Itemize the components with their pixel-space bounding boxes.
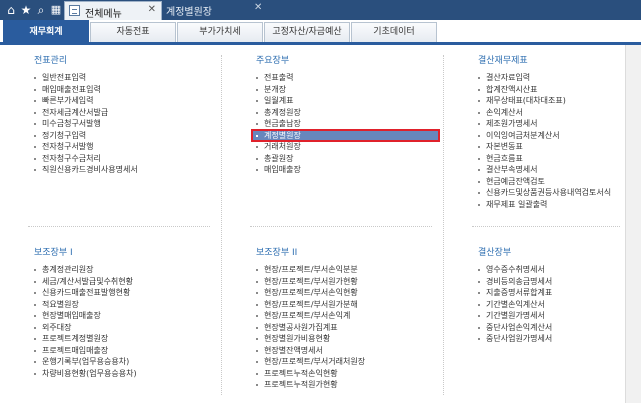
menu-item-manufacturing-cost[interactable]: 제조원가명세서 — [474, 118, 624, 130]
menu-item-card-sales-status[interactable]: 신용카드매출전표발행현황 — [30, 287, 215, 299]
menu-item-site-customer-ledger[interactable]: 현장/프로젝트/부서거래처원장 — [252, 356, 439, 368]
menu-item-customer-ledger[interactable]: 거래처원장 — [252, 141, 439, 153]
menu-item-voucher-print[interactable]: 전표출력 — [252, 72, 439, 84]
menu-item-project-purchase-sales[interactable]: 프로젝트매입매출장 — [30, 345, 215, 357]
menu-item-closing-schedules[interactable]: 결산부속명세서 — [474, 164, 624, 176]
section-title: 결산재무제표 — [478, 56, 528, 66]
section-main-books: 주요장부 전표출력 분개장 일월계표 총계정원장 현금출납장 계정별원장 거래처… — [251, 54, 440, 176]
menu-item-project-account-ledger[interactable]: 프로젝트계정별원장 — [30, 333, 215, 345]
column-divider — [221, 55, 222, 395]
grid-menu-icon[interactable]: ▦ — [48, 2, 64, 18]
menu-item-quick-vat[interactable]: 빠른부가세입력 — [30, 95, 215, 107]
menu-item-cash-book[interactable]: 현금출납장 — [252, 118, 439, 130]
menu-item-cash-deposit-review[interactable]: 현금예금잔액검토 — [474, 176, 624, 188]
top-tab-bar: ⌂ ★ ⌕ ▦ 전체메뉴 ✕ 계정별원장 ✕ — [0, 0, 641, 20]
tab-all-menu[interactable]: 전체메뉴 ✕ — [64, 1, 162, 20]
menu-item-statements-batch-print[interactable]: 재무제표 일괄출력 — [474, 199, 624, 211]
tab-account-ledger[interactable]: 계정별원장 — [166, 3, 212, 18]
menu-item-site-balance-detail[interactable]: 현장별잔액명세서 — [252, 345, 439, 357]
menu-item-discontinued-cost[interactable]: 중단사업원가명세서 — [474, 333, 624, 345]
menu-item-e-tax-invoice[interactable]: 전자세금계산서발급 — [30, 107, 215, 119]
menu-item-daily-monthly-sheet[interactable]: 일월계표 — [252, 95, 439, 107]
menu-item-general-account-ledger[interactable]: 총계정관리원장 — [30, 264, 215, 276]
row-divider — [250, 226, 432, 227]
menu-item-cash-flow[interactable]: 현금흐름표 — [474, 153, 624, 165]
menu-item-closing-data[interactable]: 결산자료입력 — [474, 72, 624, 84]
section-closing-statements: 결산재무제표 결산자료입력 합계잔액시산표 재무상태표(대차대조표) 손익계산서… — [474, 54, 624, 210]
menu-item-site-construction-cost[interactable]: 현장별공사원가집계표 — [252, 322, 439, 334]
menu-item-period-cost-statement[interactable]: 기간별원가명세서 — [474, 310, 624, 322]
column-divider — [443, 55, 444, 395]
tab-auto-voucher[interactable]: 자동전표 — [90, 22, 176, 42]
menu-item-purchase-sales-book[interactable]: 매입매출장 — [252, 164, 439, 176]
home-icon[interactable]: ⌂ — [3, 2, 19, 18]
section-title: 보조장부 I — [34, 248, 73, 258]
menu-item-site-cost-expense[interactable]: 현장별원가비용현황 — [252, 333, 439, 345]
menu-item-summary-ledger[interactable]: 총괄원장 — [252, 153, 439, 165]
menu-item-site-cost-breakdown[interactable]: 현장/프로젝트/부서원가분해 — [252, 299, 439, 311]
menu-item-card-voucher-review[interactable]: 신용카드및상품권등사용내역검토서식 — [474, 187, 624, 199]
tab-fixed-assets-budget[interactable]: 고정자산/자금예산 — [264, 22, 350, 42]
row-divider — [28, 226, 210, 227]
menu-item-project-cumulative-profit[interactable]: 프로젝트누적손익현황 — [252, 368, 439, 380]
menu-item-e-billing[interactable]: 전자청구서발행 — [30, 141, 215, 153]
menu-item-employee-card-expense[interactable]: 직원신용카드경비사용명세서 — [30, 164, 215, 176]
menu-item-site-cost-status[interactable]: 현장/프로젝트/부서원가현황 — [252, 276, 439, 288]
menu-item-site-profit-status[interactable]: 현장/프로젝트/부서손익현황 — [252, 287, 439, 299]
search-icon[interactable]: ⌕ — [33, 2, 49, 18]
section-settlement-books: 결산장부 영수증수취명세서 경비등의송금명세서 지출증명서류합계표 기간별손익계… — [474, 246, 624, 345]
menu-item-expense-proof-total[interactable]: 지출증명서류합계표 — [474, 287, 624, 299]
menu-item-purchase-sales-voucher[interactable]: 매입매출전표입력 — [30, 84, 215, 96]
menu-item-period-income-statement[interactable]: 기간별손익계산서 — [474, 299, 624, 311]
section-title: 전표관리 — [34, 56, 68, 66]
tab-financial-accounting[interactable]: 재무회계 — [3, 20, 89, 43]
star-icon[interactable]: ★ — [18, 2, 34, 18]
section-voucher: 전표관리 일반전표입력 매입매출전표입력 빠른부가세입력 전자세금계산서발급 미… — [30, 54, 215, 176]
menu-item-periodic-billing[interactable]: 정기청구입력 — [30, 130, 215, 142]
row-divider — [472, 226, 620, 227]
menu-item-journal[interactable]: 분개장 — [252, 84, 439, 96]
close-icon[interactable]: ✕ — [254, 2, 262, 13]
menu-item-vehicle-log[interactable]: 운행기록부(업무용승용차) — [30, 356, 215, 368]
menu-item-tax-invoice-status[interactable]: 세금/계산서발급및수취현황 — [30, 276, 215, 288]
menu-item-site-profit-total[interactable]: 현장/프로젝트/부서손익계 — [252, 310, 439, 322]
tab-base-data[interactable]: 기초데이터 — [351, 22, 437, 42]
menu-item-memo-ledger[interactable]: 적요별원장 — [30, 299, 215, 311]
menu-item-project-cumulative-cost[interactable]: 프로젝트누적원가현황 — [252, 379, 439, 391]
menu-item-receipt-detail[interactable]: 영수증수취명세서 — [474, 264, 624, 276]
menu-item-expense-remittance[interactable]: 경비등의송금명세서 — [474, 276, 624, 288]
menu-item-site-purchase-sales[interactable]: 현장별매입매출장 — [30, 310, 215, 322]
section-title: 결산장부 — [478, 248, 512, 258]
section-title: 보조장부 II — [256, 248, 298, 258]
category-tab-bar: 재무회계 자동전표 부가가치세 고정자산/자금예산 기초데이터 — [0, 20, 641, 45]
tab-vat[interactable]: 부가가치세 — [177, 22, 263, 42]
section-aux-books-1: 보조장부 I 총계정관리원장 세금/계산서발급및수취현황 신용카드매출전표발행현… — [30, 246, 215, 379]
menu-item-discontinued-income[interactable]: 중단사업손익계산서 — [474, 322, 624, 334]
section-title: 주요장부 — [256, 56, 290, 66]
menu-item-account-ledger[interactable]: 계정별원장 — [251, 128, 440, 142]
vertical-scrollbar[interactable] — [625, 45, 641, 403]
menu-item-e-billing-collection[interactable]: 전자청구수금처리 — [30, 153, 215, 165]
menu-item-vehicle-expense[interactable]: 차량비용현황(업무용승용차) — [30, 368, 215, 380]
menu-list-icon — [69, 5, 80, 16]
menu-item-site-profit-split[interactable]: 현장/프로젝트/부서손익분분 — [252, 264, 439, 276]
tab-label: 전체메뉴 — [85, 9, 122, 20]
menu-item-general-ledger[interactable]: 총계정원장 — [252, 107, 439, 119]
menu-panel: 전표관리 일반전표입력 매입매출전표입력 빠른부가세입력 전자세금계산서발급 미… — [0, 45, 625, 403]
close-icon[interactable]: ✕ — [148, 4, 156, 15]
menu-item-general-voucher[interactable]: 일반전표입력 — [30, 72, 215, 84]
menu-item-subcontract-ledger[interactable]: 외주대장 — [30, 322, 215, 334]
menu-item-equity-changes[interactable]: 자본변동표 — [474, 141, 624, 153]
menu-item-retained-earnings[interactable]: 이익잉여금처분계산서 — [474, 130, 624, 142]
menu-item-income-statement[interactable]: 손익계산서 — [474, 107, 624, 119]
menu-item-receivable-bill[interactable]: 미수금청구서발행 — [30, 118, 215, 130]
menu-item-balance-sheet[interactable]: 재무상태표(대차대조표) — [474, 95, 624, 107]
section-aux-books-2: 보조장부 II 현장/프로젝트/부서손익분분 현장/프로젝트/부서원가현황 현장… — [252, 246, 439, 391]
menu-item-trial-balance[interactable]: 합계잔액시산표 — [474, 84, 624, 96]
